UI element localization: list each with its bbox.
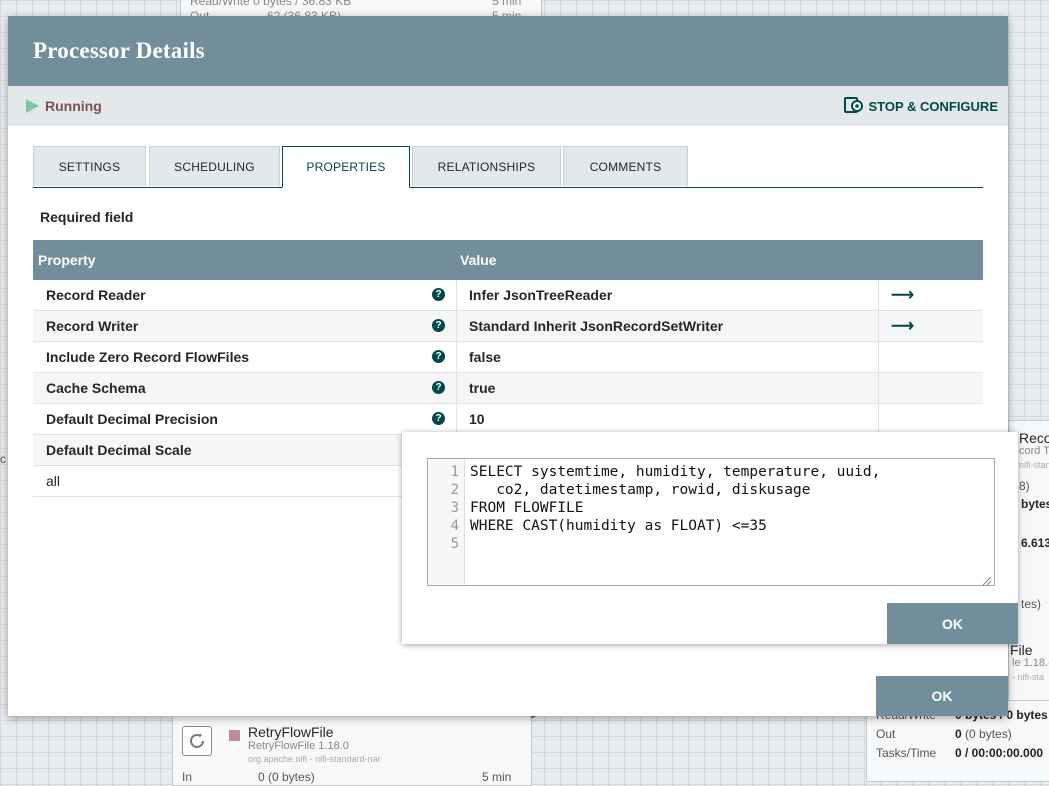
help-icon[interactable]: ? — [432, 412, 445, 425]
status-label: Running — [45, 98, 102, 114]
help-icon[interactable]: ? — [432, 288, 445, 301]
property-value[interactable]: 10 — [469, 411, 485, 427]
canvas-right-subtitle: cord T — [1019, 445, 1049, 457]
canvas-stats-tasks-label: Tasks/Time — [876, 746, 937, 760]
running-icon — [26, 99, 39, 113]
table-header: Property Value — [33, 240, 983, 280]
goto-arrow-icon[interactable]: ⟶ — [891, 316, 914, 336]
goto-arrow-icon[interactable]: ⟶ — [891, 285, 914, 305]
canvas-right-version: le 1.18.( — [1012, 657, 1049, 669]
canvas-stats-tasks-value: 0 / 00:00:00.000 — [955, 746, 1044, 760]
canvas-retry-processor[interactable] — [172, 714, 532, 786]
code-line[interactable]: WHERE CAST(humidity as FLOAT) <=35 — [470, 518, 767, 534]
property-name: Default Decimal Precision — [46, 411, 218, 427]
canvas-retry-type: RetryFlowFile 1.18.0 — [248, 740, 349, 752]
canvas-left-fragment: c — [0, 452, 6, 466]
property-value[interactable]: true — [469, 380, 495, 396]
property-value[interactable]: Infer JsonTreeReader — [469, 287, 612, 303]
code-line[interactable]: SELECT systemtime, humidity, temperature… — [470, 464, 880, 480]
canvas-right-fragment-3: 6.613 — [1021, 536, 1049, 550]
table-row[interactable]: Record Reader ? Infer JsonTreeReader ⟶ — [33, 280, 983, 311]
property-name: Record Reader — [46, 287, 146, 303]
canvas-retry-in-value: 0 (0 bytes) — [258, 770, 315, 784]
line-number: 1 — [450, 464, 459, 480]
line-number: 4 — [450, 518, 459, 534]
stop-configure-label: STOP & CONFIGURE — [868, 98, 998, 114]
sql-editor[interactable]: 1 2 3 4 5 SELECT systemtime, humidity, t… — [427, 458, 995, 586]
canvas-readwrite-top-time: 5 min — [492, 0, 522, 8]
table-row[interactable]: Cache Schema ? true — [33, 373, 983, 404]
table-row[interactable]: Include Zero Record FlowFiles ? false — [33, 342, 983, 373]
canvas-right-bundle: nifi-stand — [1019, 460, 1049, 470]
property-value[interactable]: Standard Inherit JsonRecordSetWriter — [469, 318, 723, 334]
dialog-title: Processor Details — [33, 38, 205, 63]
property-name: Record Writer — [46, 318, 139, 334]
dialog-header: Processor Details — [8, 16, 1008, 86]
property-name: all — [46, 473, 61, 489]
tab-properties[interactable]: PROPERTIES — [282, 146, 410, 188]
retry-processor-icon — [182, 726, 212, 756]
line-number-gutter: 1 2 3 4 5 — [428, 459, 465, 585]
code-line[interactable]: co2, datetimestamp, rowid, diskusage — [470, 482, 810, 498]
stop-configure-icon — [844, 97, 864, 115]
canvas-retry-name: RetryFlowFile — [248, 724, 334, 740]
code-line[interactable]: FROM FLOWFILE — [470, 500, 584, 516]
canvas-right-file: File — [1010, 642, 1033, 658]
tab-settings[interactable]: SETTINGS — [33, 146, 146, 186]
tab-relationships[interactable]: RELATIONSHIPS — [412, 146, 561, 186]
canvas-right-title: Reco — [1019, 430, 1049, 446]
canvas-retry-in-label: In — [182, 770, 193, 784]
property-value[interactable]: false — [469, 349, 501, 365]
canvas-stats-out-value: 0 (0 bytes) — [955, 727, 1012, 741]
column-property: Property — [38, 252, 96, 268]
tab-bar: SETTINGS SCHEDULING PROPERTIES RELATIONS… — [33, 146, 983, 188]
status-bar: Running STOP & CONFIGURE — [8, 86, 1008, 126]
value-editor-popup: 1 2 3 4 5 SELECT systemtime, humidity, t… — [402, 432, 1018, 644]
property-name: Include Zero Record FlowFiles — [46, 349, 250, 365]
editor-ok-button[interactable]: OK — [887, 603, 1018, 644]
stop-configure-button[interactable]: STOP & CONFIGURE — [844, 97, 998, 115]
canvas-retry-bundle: org.apache.nifi - nifi-standard-nar — [248, 754, 381, 764]
help-icon[interactable]: ? — [432, 319, 445, 332]
help-icon[interactable]: ? — [432, 350, 445, 363]
tab-comments[interactable]: COMMENTS — [563, 146, 688, 186]
line-number: 3 — [450, 500, 459, 516]
canvas-right-fragment-2: bytes — [1021, 497, 1049, 511]
canvas-right-nar: - nifi-sta — [1012, 672, 1045, 682]
help-icon[interactable]: ? — [432, 381, 445, 394]
canvas-right-fragment-4: tes) — [1021, 597, 1042, 611]
column-value: Value — [460, 252, 497, 268]
property-name: Cache Schema — [46, 380, 146, 396]
tab-scheduling[interactable]: SCHEDULING — [149, 146, 280, 186]
line-number: 5 — [450, 536, 459, 552]
retry-stopped-icon — [229, 730, 240, 741]
table-row[interactable]: Default Decimal Precision ? 10 — [33, 404, 983, 435]
table-row[interactable]: Record Writer ? Standard Inherit JsonRec… — [33, 311, 983, 342]
line-number: 2 — [450, 482, 459, 498]
dialog-ok-button[interactable]: OK — [876, 676, 1008, 716]
resize-handle-icon[interactable] — [982, 573, 992, 586]
canvas-readwrite-top: Read/Write 0 bytes / 36.83 KB — [190, 0, 352, 8]
property-name: Default Decimal Scale — [46, 442, 192, 458]
canvas-stats-out-label: Out — [876, 727, 896, 741]
required-field-note: Required field — [40, 209, 134, 225]
canvas-right-fragment-1: 8) — [1019, 479, 1030, 493]
canvas-retry-in-time: 5 min — [482, 770, 512, 784]
